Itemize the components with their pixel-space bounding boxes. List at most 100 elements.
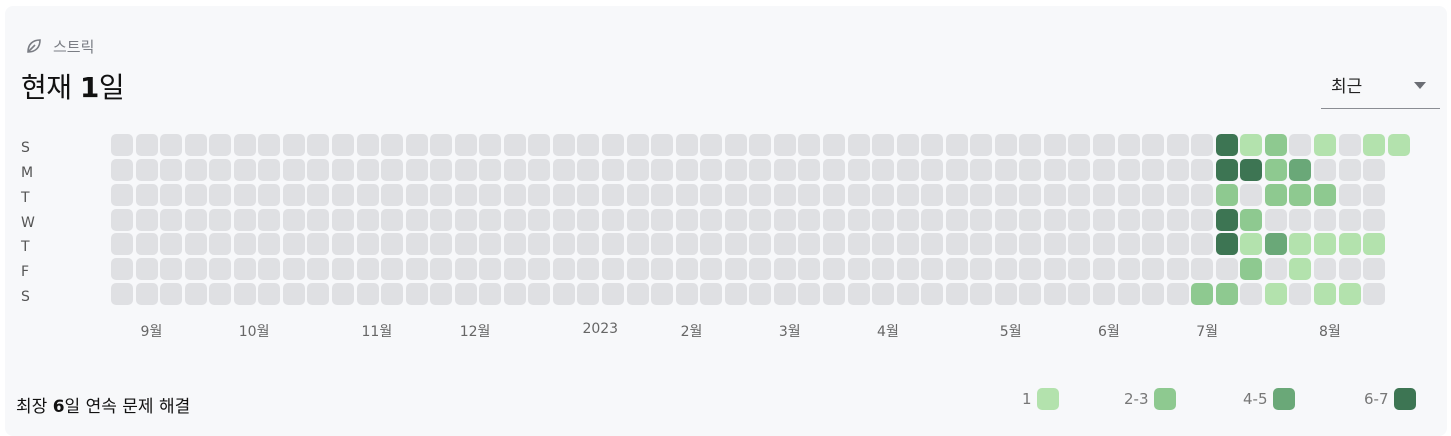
streak-cell[interactable] (1215, 158, 1238, 181)
streak-cell[interactable] (921, 183, 944, 206)
streak-cell[interactable] (1142, 233, 1165, 256)
streak-cell[interactable] (258, 258, 281, 281)
streak-cell[interactable] (724, 158, 747, 181)
streak-cell[interactable] (405, 258, 428, 281)
streak-cell[interactable] (1215, 183, 1238, 206)
streak-cell[interactable] (921, 134, 944, 156)
streak-cell[interactable] (184, 183, 207, 206)
streak-cell[interactable] (552, 208, 575, 231)
streak-cell[interactable] (798, 158, 821, 181)
streak-cell[interactable] (675, 134, 698, 156)
streak-cell[interactable] (945, 208, 968, 231)
streak-cell[interactable] (921, 233, 944, 256)
streak-cell[interactable] (626, 283, 649, 306)
streak-cell[interactable] (282, 208, 305, 231)
streak-cell[interactable] (675, 258, 698, 281)
streak-cell[interactable] (454, 134, 477, 156)
streak-cell[interactable] (847, 208, 870, 231)
streak-cell[interactable] (1142, 283, 1165, 306)
streak-cell[interactable] (1117, 134, 1140, 156)
streak-cell[interactable] (1043, 283, 1066, 306)
streak-cell[interactable] (1289, 183, 1312, 206)
streak-cell[interactable] (381, 158, 404, 181)
streak-cell[interactable] (1215, 258, 1238, 281)
streak-cell[interactable] (896, 158, 919, 181)
streak-cell[interactable] (184, 233, 207, 256)
streak-cell[interactable] (528, 134, 551, 156)
streak-cell[interactable] (626, 158, 649, 181)
streak-cell[interactable] (356, 233, 379, 256)
streak-cell[interactable] (724, 183, 747, 206)
streak-cell[interactable] (1019, 208, 1042, 231)
streak-cell[interactable] (1019, 258, 1042, 281)
streak-cell[interactable] (209, 158, 232, 181)
streak-cell[interactable] (258, 233, 281, 256)
streak-cell[interactable] (1363, 258, 1386, 281)
streak-cell[interactable] (528, 208, 551, 231)
streak-cell[interactable] (1166, 258, 1189, 281)
streak-cell[interactable] (724, 233, 747, 256)
streak-cell[interactable] (970, 233, 993, 256)
streak-cell[interactable] (602, 134, 624, 156)
streak-cell[interactable] (209, 258, 232, 281)
streak-cell[interactable] (381, 258, 404, 281)
streak-cell[interactable] (331, 158, 354, 181)
streak-cell[interactable] (994, 283, 1017, 306)
streak-cell[interactable] (651, 158, 674, 181)
streak-cell[interactable] (1166, 283, 1189, 306)
streak-cell[interactable] (1191, 233, 1214, 256)
streak-cell[interactable] (822, 258, 845, 281)
streak-cell[interactable] (1313, 158, 1336, 181)
streak-cell[interactable] (675, 283, 698, 306)
streak-cell[interactable] (675, 183, 698, 206)
streak-cell[interactable] (626, 134, 649, 156)
streak-cell[interactable] (209, 183, 232, 206)
streak-cell[interactable] (184, 134, 207, 156)
streak-cell[interactable] (1240, 283, 1263, 306)
streak-cell[interactable] (1019, 183, 1042, 206)
streak-cell[interactable] (552, 183, 575, 206)
streak-cell[interactable] (749, 134, 772, 156)
period-select[interactable]: 최근 (1321, 66, 1440, 109)
streak-cell[interactable] (773, 158, 796, 181)
streak-cell[interactable] (1313, 183, 1336, 206)
streak-cell[interactable] (1043, 233, 1066, 256)
streak-cell[interactable] (307, 183, 330, 206)
streak-cell[interactable] (651, 258, 674, 281)
streak-cell[interactable] (405, 183, 428, 206)
streak-cell[interactable] (454, 258, 477, 281)
streak-cell[interactable] (503, 283, 526, 306)
streak-cell[interactable] (209, 283, 232, 306)
streak-cell[interactable] (872, 134, 895, 156)
streak-cell[interactable] (454, 158, 477, 181)
streak-cell[interactable] (872, 208, 895, 231)
streak-cell[interactable] (1264, 134, 1287, 156)
streak-cell[interactable] (994, 233, 1017, 256)
streak-cell[interactable] (1093, 233, 1115, 256)
streak-cell[interactable] (1313, 258, 1336, 281)
streak-cell[interactable] (233, 183, 256, 206)
streak-cell[interactable] (822, 283, 845, 306)
streak-cell[interactable] (479, 183, 502, 206)
streak-cell[interactable] (405, 158, 428, 181)
streak-cell[interactable] (822, 134, 845, 156)
streak-cell[interactable] (111, 134, 133, 156)
streak-cell[interactable] (307, 134, 330, 156)
streak-cell[interactable] (773, 134, 796, 156)
streak-cell[interactable] (675, 208, 698, 231)
streak-cell[interactable] (773, 258, 796, 281)
streak-cell[interactable] (921, 158, 944, 181)
streak-cell[interactable] (945, 183, 968, 206)
streak-cell[interactable] (1264, 258, 1287, 281)
streak-cell[interactable] (1068, 183, 1091, 206)
streak-cell[interactable] (872, 258, 895, 281)
streak-cell[interactable] (921, 208, 944, 231)
streak-cell[interactable] (970, 158, 993, 181)
streak-cell[interactable] (356, 183, 379, 206)
streak-cell[interactable] (258, 208, 281, 231)
streak-cell[interactable] (479, 233, 502, 256)
streak-cell[interactable] (1338, 208, 1361, 231)
streak-cell[interactable] (282, 158, 305, 181)
streak-cell[interactable] (1142, 183, 1165, 206)
streak-cell[interactable] (970, 208, 993, 231)
